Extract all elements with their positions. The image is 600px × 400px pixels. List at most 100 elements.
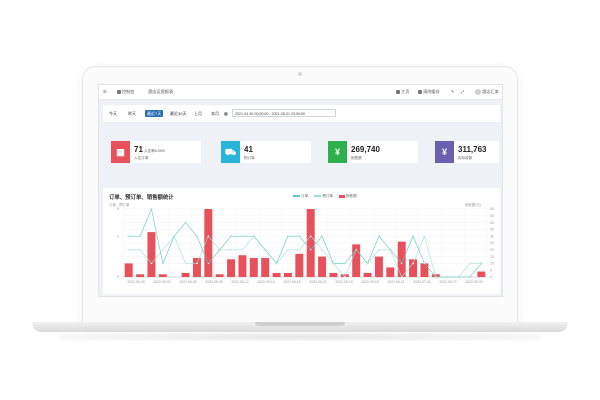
orders-point (423, 262, 426, 265)
x-tick-label: 2022-05-27 (439, 280, 456, 284)
x-tick-label: 2022-05-10 (335, 280, 352, 284)
orders-point (343, 262, 346, 265)
yen-icon: ¥ (435, 141, 454, 163)
orders-point (434, 276, 437, 278)
bookings-point (241, 248, 244, 251)
x-tick-label: 2022-06-30 (127, 280, 144, 284)
y-right-tick-label: 5 (490, 268, 492, 272)
bookings-point (469, 262, 471, 265)
y-right-tick-label: 0 (490, 275, 492, 279)
bookings-point (207, 235, 210, 238)
sales-bar (136, 274, 145, 277)
stat-card-sales: ¥ 269,740 销售额 (328, 141, 418, 163)
bookings-point (343, 276, 346, 278)
y-left-tick-label: 5 (117, 207, 119, 211)
orders-point (378, 235, 380, 238)
orders-point (400, 262, 403, 265)
nav-home[interactable]: 控制台 (117, 89, 135, 95)
x-tick-label: 2022-05-30 (465, 280, 482, 284)
orders-point (355, 248, 358, 251)
bookings-point (400, 276, 403, 278)
stat-label: 购订单 (244, 156, 255, 160)
bookings-point (184, 262, 187, 265)
orders-point (469, 276, 471, 278)
orders-point (207, 262, 210, 265)
clear-cache-button[interactable]: 清除缓存 (418, 89, 440, 95)
sales-bar (306, 209, 315, 277)
sales-bar (158, 274, 167, 277)
y-right-tick-label: 10 (490, 262, 494, 266)
bookings-point (423, 235, 426, 238)
orders-point (173, 235, 176, 238)
x-tick-label: 2022-05-06 (179, 280, 196, 284)
stat-value: 311,763 (458, 145, 487, 154)
orders-point (446, 276, 449, 278)
camera (298, 72, 302, 76)
filter-last7-button[interactable]: 最近7天 (145, 110, 164, 117)
sales-bar (374, 256, 383, 277)
top-bar: ☰ 控制台 酒店运营报表 主页 清除缓存 ✎ ⤢ 酒店汇本 (99, 85, 502, 100)
filter-last30-button[interactable]: 最近30天 (170, 110, 186, 117)
y-left-tick-label: 3 (117, 234, 119, 238)
fullscreen-icon[interactable]: ⤢ (461, 89, 464, 94)
nav-home-right[interactable]: 主页 (396, 89, 409, 95)
stat-card-checkin-orders: ▦ 71入住率6.09% 入住订单 (111, 141, 201, 163)
avatar (475, 89, 481, 95)
orders-point (264, 248, 267, 251)
home-icon (396, 89, 400, 94)
theme-icon[interactable]: ✎ (451, 89, 455, 94)
x-tick-label: 2022-05-08 (205, 280, 222, 284)
filter-last-month-button[interactable]: 上月 (194, 110, 202, 117)
filter-today-button[interactable]: 今天 (109, 110, 117, 117)
filter-yesterday-button[interactable]: 昨天 (128, 110, 136, 117)
sales-bar (386, 267, 395, 277)
bookings-point (150, 262, 153, 265)
orders-point (196, 235, 198, 238)
sales-bar (147, 232, 156, 277)
sales-bar (477, 271, 486, 277)
x-tick-label: 2022-05-14 (257, 280, 274, 284)
filter-this-month-button[interactable]: 本月 (211, 110, 219, 117)
y-left-tick-label: 0 (117, 275, 119, 279)
orders-point (287, 235, 289, 238)
calendar-icon[interactable]: ▦ (224, 110, 228, 117)
y-right-tick-label: 35 (490, 228, 494, 232)
sales-bar (318, 256, 327, 277)
sales-bar (295, 253, 304, 277)
date-range-input[interactable]: 2021-04-30 00:00:00 - 2021-05-31 23:59:5… (232, 109, 336, 117)
orders-point (332, 262, 335, 265)
x-tick-label: 2022-05-12 (231, 280, 248, 284)
orders-point (321, 235, 323, 238)
orders-point (139, 235, 141, 238)
x-tick-label: 2022-07-24 (413, 280, 430, 284)
orders-point (252, 235, 255, 238)
orders-point (161, 262, 164, 265)
y-right-tick-label: 25 (490, 241, 494, 245)
orders-point (309, 248, 312, 251)
y-right-tick-label: 15 (490, 255, 494, 259)
x-tick-label: 2022-05-02 (153, 280, 170, 284)
stat-card-received: ¥ 311,763 实际收款 (435, 141, 499, 163)
orders-point (218, 248, 221, 251)
y-right-tick-label: 40 (490, 221, 494, 225)
filter-bar: 今天 昨天 最近7天 最近30天 上月 本月 ▦ 2021-04-30 00:0… (103, 105, 500, 122)
orders-point (389, 248, 392, 251)
user-menu[interactable]: 酒店汇本 (475, 89, 499, 95)
stat-value: 269,740 (351, 145, 380, 154)
tab-hotel-report[interactable]: 酒店运营报表 (146, 89, 175, 95)
bookings-point (378, 248, 380, 251)
orders-point (412, 235, 414, 238)
orders-point (150, 208, 153, 210)
sales-bar (249, 257, 258, 277)
bookings-point (287, 248, 289, 251)
orders-point (480, 262, 483, 265)
app-screen: ☰ 控制台 酒店运营报表 主页 清除缓存 ✎ ⤢ 酒店汇本 今天 昨天 最近7天… (98, 84, 503, 297)
sales-bar (261, 257, 270, 277)
laptop-shadow (60, 333, 540, 341)
menu-toggle-icon[interactable]: ☰ (103, 89, 107, 94)
bookings-point (309, 235, 312, 238)
occupancy-rate: 入住率6.09% (143, 149, 165, 153)
sales-bar (363, 272, 372, 277)
stat-card-booking-orders: ⛟ 41 购订单 (221, 141, 311, 163)
sales-bar (227, 259, 236, 277)
